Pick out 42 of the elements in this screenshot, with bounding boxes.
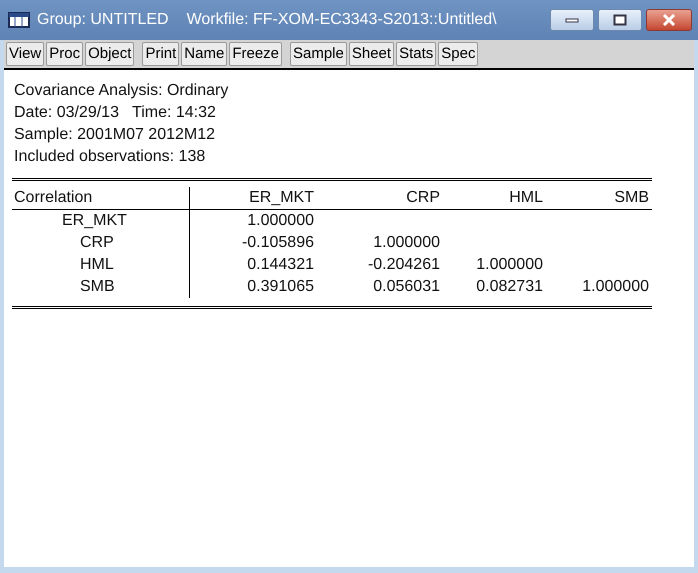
close-icon <box>662 14 676 26</box>
close-button[interactable] <box>646 9 692 31</box>
header-line: Included observations: 138 <box>14 147 206 167</box>
column-header: ER_MKT <box>248 188 314 208</box>
table-cell: 0.082731 <box>476 278 543 295</box>
minimize-icon <box>565 18 579 22</box>
table-cell: 1.000000 <box>373 234 440 251</box>
row-label: ER_MKT <box>62 212 127 229</box>
toolbar-button[interactable]: View <box>6 42 44 66</box>
minimize-button[interactable] <box>550 9 594 31</box>
table-cell: -0.204261 <box>368 256 440 273</box>
toolbar-button[interactable]: Freeze <box>229 42 282 66</box>
toolbar-button[interactable]: Name <box>181 42 228 66</box>
table-cell: 0.144321 <box>247 256 314 273</box>
header-line: Sample: 2001M07 2012M12 <box>14 125 216 145</box>
row-label: SMB <box>80 278 115 295</box>
window-icon <box>8 12 30 28</box>
maximize-icon <box>613 14 627 26</box>
column-header: SMB <box>613 188 649 208</box>
header-line: Date: 03/29/13 Time: 14:32 <box>14 103 217 123</box>
column-header: HML <box>508 188 543 208</box>
toolbar-button[interactable]: Object <box>85 42 134 66</box>
column-header: Correlation <box>12 187 190 209</box>
row-label: HML <box>80 256 114 273</box>
table-cell: 1.000000 <box>476 256 543 273</box>
toolbar-button[interactable]: Stats <box>396 42 436 66</box>
workfile-title: Workfile: FF-XOM-EC3343-S2013::Untitled\ <box>186 10 497 30</box>
table-cell: 0.391065 <box>247 278 314 295</box>
table-cell: 1.000000 <box>582 278 649 295</box>
table-cell: 0.056031 <box>373 278 440 295</box>
table-cell: 1.000000 <box>247 212 314 229</box>
header-line: Covariance Analysis: Ordinary <box>14 81 230 101</box>
window-title: Group: UNTITLED <box>37 10 169 30</box>
toolbar-button[interactable]: Spec <box>438 42 478 66</box>
toolbar-button[interactable]: Proc <box>46 42 84 66</box>
toolbar-button[interactable]: Sample <box>290 42 347 66</box>
row-label: CRP <box>80 234 114 251</box>
column-header: CRP <box>405 188 440 208</box>
maximize-button[interactable] <box>598 9 642 31</box>
toolbar-button[interactable]: Sheet <box>348 42 394 66</box>
table-cell: -0.105896 <box>242 234 314 251</box>
toolbar-button[interactable]: Print <box>142 42 180 66</box>
